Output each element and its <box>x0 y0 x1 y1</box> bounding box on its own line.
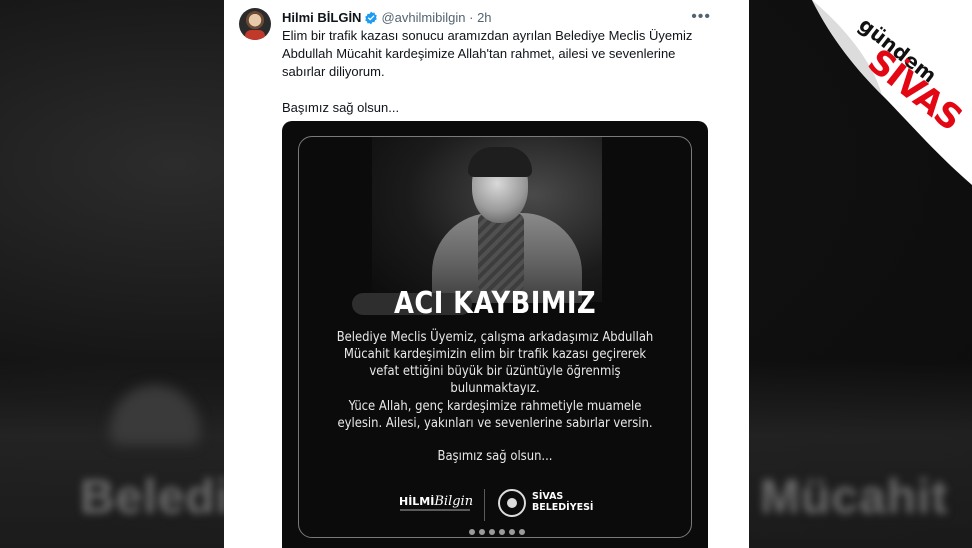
tweet-paragraph: Başımız sağ olsun... <box>282 100 400 115</box>
social-icon <box>519 529 525 535</box>
tweet-header: Hilmi BİLGİN @avhilmibilgin · 2h <box>282 10 492 28</box>
portrait-scarf <box>478 213 524 293</box>
condolence-title: ACI KAYBIMIZ <box>393 286 597 321</box>
signature-script: Bilgin <box>434 494 474 509</box>
signature: HİLMİBilgin <box>399 494 473 509</box>
municipality-name: SİVAS BELEDİYESİ <box>532 491 593 513</box>
blurred-background-text-right: Mücahit <box>760 471 949 524</box>
author-handle[interactable]: @avhilmibilgin <box>381 10 465 25</box>
social-icon <box>489 529 495 535</box>
tweet-text: Elim bir trafik kazası sonucu aramızdan … <box>282 27 712 117</box>
signature-underline <box>400 509 470 511</box>
media-footer: HİLMİBilgin SİVAS BELEDİYESİ <box>282 481 708 541</box>
condolence-paragraph: Belediye Meclis Üyemiz, çalışma arkadaşı… <box>336 330 654 396</box>
footer-divider <box>484 489 485 521</box>
portrait-hair <box>468 147 532 177</box>
social-icon <box>509 529 515 535</box>
avatar[interactable] <box>239 8 271 40</box>
watermark-logo: gündem SİVAS <box>812 0 972 185</box>
author-name[interactable]: Hilmi BİLGİN <box>282 10 361 25</box>
tweet-paragraph: Elim bir trafik kazası sonucu aramızdan … <box>282 28 693 79</box>
municipality-seal-icon <box>498 489 526 517</box>
social-icon <box>479 529 485 535</box>
verified-badge-icon <box>364 11 378 28</box>
separator-dot: · <box>469 10 474 25</box>
social-icon <box>499 529 505 535</box>
tweet-timestamp[interactable]: 2h <box>477 10 491 25</box>
tweet-media-image[interactable]: ACI KAYBIMIZ Belediye Meclis Üyemiz, çal… <box>282 121 708 548</box>
signature-name: HİLMİ <box>399 495 435 508</box>
municipality-name-line: SİVAS <box>532 491 564 502</box>
ellipsis-icon[interactable]: ••• <box>691 8 711 26</box>
condolence-closing: Başımız sağ olsun... <box>437 449 553 464</box>
condolence-paragraph: Yüce Allah, genç kardeşimize rahmetiyle … <box>337 399 653 431</box>
tweet-card: Hilmi BİLGİN @avhilmibilgin · 2h ••• Eli… <box>224 0 749 548</box>
municipality-name-line: BELEDİYESİ <box>532 502 594 513</box>
social-icon <box>469 529 475 535</box>
social-icons <box>432 529 562 535</box>
